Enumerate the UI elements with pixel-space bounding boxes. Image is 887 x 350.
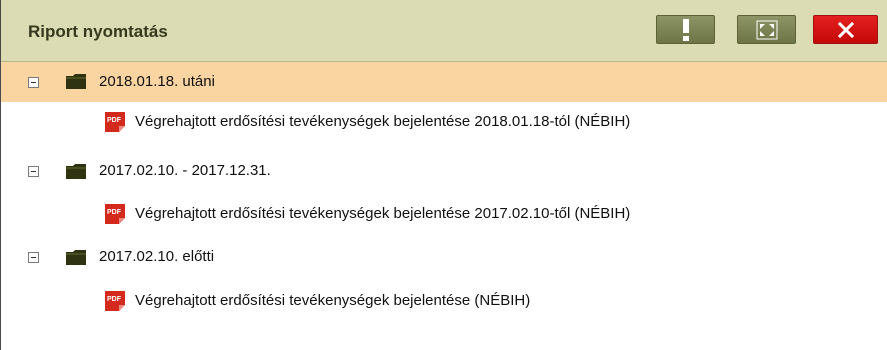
svg-text:PDF: PDF bbox=[107, 209, 122, 216]
minus-box-icon[interactable] bbox=[28, 252, 39, 263]
folder-icon bbox=[66, 250, 86, 265]
minus-box-icon[interactable] bbox=[28, 166, 39, 177]
window-titlebar: Riport nyomtatás bbox=[1, 0, 887, 62]
info-button[interactable] bbox=[656, 15, 715, 44]
report-print-window: Riport nyomtatás 2018.01.18. utáni PDF V… bbox=[0, 0, 887, 350]
pdf-icon: PDF bbox=[105, 291, 125, 311]
folder-icon bbox=[66, 164, 86, 179]
svg-text:PDF: PDF bbox=[107, 296, 122, 303]
report-item-label[interactable]: Végrehajtott erdősítési tevékenységek be… bbox=[135, 292, 530, 309]
tree-group-label[interactable]: 2017.02.10. - 2017.12.31. bbox=[99, 162, 271, 179]
pdf-icon: PDF bbox=[105, 204, 125, 224]
pdf-icon: PDF bbox=[105, 112, 125, 132]
maximize-button[interactable] bbox=[737, 15, 796, 44]
tree-group-label[interactable]: 2017.02.10. előtti bbox=[99, 248, 214, 265]
close-icon bbox=[837, 21, 854, 38]
folder-icon bbox=[66, 74, 86, 89]
exclamation-icon bbox=[682, 18, 689, 41]
report-item-label[interactable]: Végrehajtott erdősítési tevékenységek be… bbox=[135, 205, 630, 222]
expand-icon bbox=[756, 20, 777, 39]
tree-group-label[interactable]: 2018.01.18. utáni bbox=[99, 73, 215, 90]
report-item-label[interactable]: Végrehajtott erdősítési tevékenységek be… bbox=[135, 113, 630, 130]
minus-box-icon[interactable] bbox=[28, 77, 39, 88]
svg-text:PDF: PDF bbox=[107, 117, 122, 124]
window-title: Riport nyomtatás bbox=[28, 22, 168, 41]
close-button[interactable] bbox=[813, 15, 878, 44]
